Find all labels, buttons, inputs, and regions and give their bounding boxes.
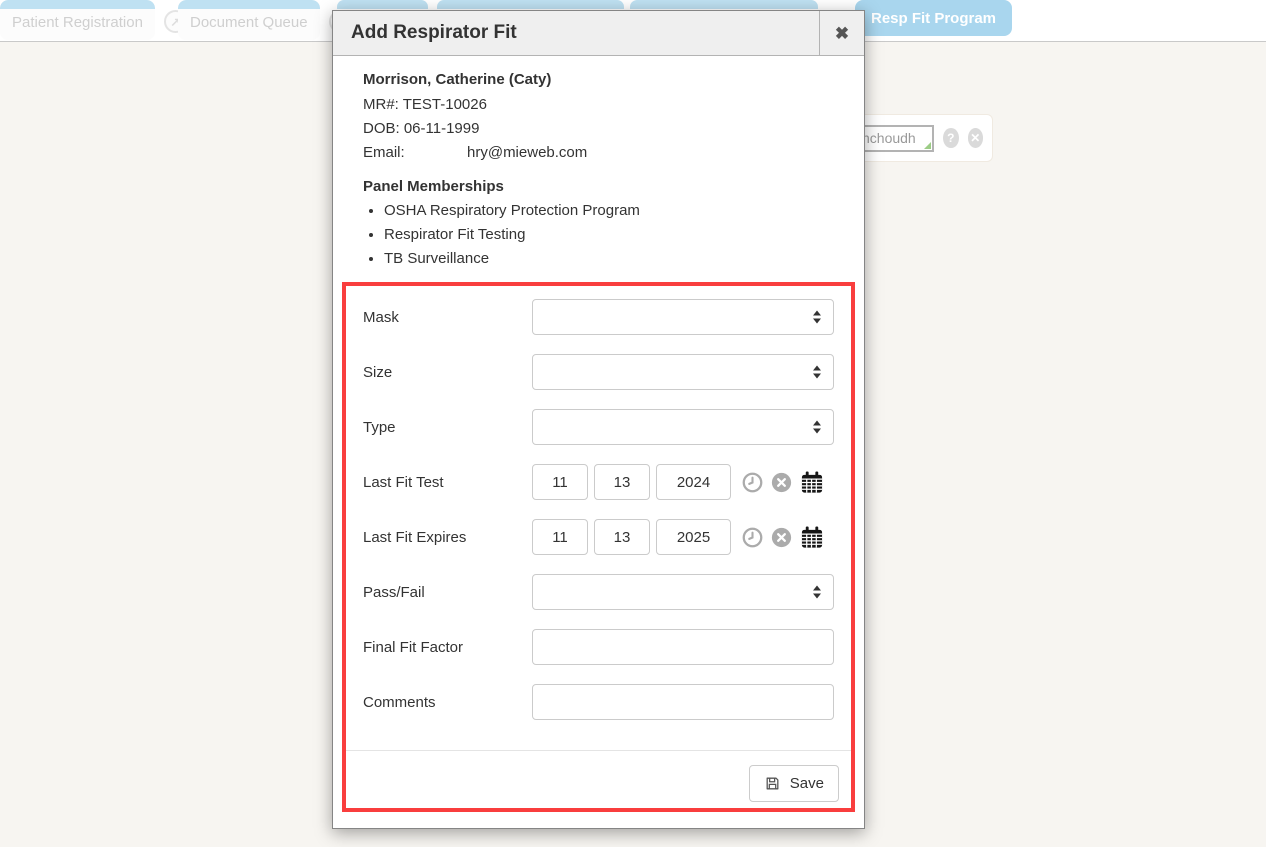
tab-patient-registration-label[interactable]: Patient Registration (0, 0, 155, 40)
close-icon[interactable]: ✖ (819, 11, 864, 56)
modal-title: Add Respirator Fit (333, 11, 819, 55)
last-fit-expires-label: Last Fit Expires (363, 529, 532, 546)
panel-membership-item: Respirator Fit Testing (384, 223, 834, 247)
clear-date-icon[interactable] (771, 472, 792, 493)
form-row-last-fit-test: Last Fit Test (346, 464, 851, 500)
final-fit-factor-input[interactable] (532, 629, 834, 665)
patient-info: Morrison, Catherine (Caty) MR#: TEST-100… (333, 56, 864, 165)
calendar-icon[interactable] (800, 526, 824, 549)
form-row-final-fit-factor: Final Fit Factor (346, 629, 851, 665)
save-button[interactable]: Save (749, 765, 839, 802)
mask-select[interactable] (532, 299, 834, 335)
chevron-updown-icon (813, 586, 821, 599)
mask-label: Mask (363, 309, 532, 326)
form-highlight-box: Mask Size Type Last Fit Test (342, 282, 855, 812)
form-row-mask: Mask (346, 299, 851, 335)
panel-membership-item: OSHA Respiratory Protection Program (384, 199, 834, 223)
calendar-icon[interactable] (800, 471, 824, 494)
modal-footer: Save (346, 750, 851, 808)
background-tab-cap[interactable] (337, 0, 428, 9)
last-fit-test-month-input[interactable] (532, 464, 588, 500)
last-fit-expires-month-input[interactable] (532, 519, 588, 555)
chevron-updown-icon (813, 421, 821, 434)
tab-patient-registration[interactable]: Patient Registration ↗ (0, 0, 187, 40)
background-tab-cap[interactable] (630, 0, 818, 9)
background-tab-cap[interactable] (437, 0, 624, 9)
size-select[interactable] (532, 354, 834, 390)
type-label: Type (363, 419, 532, 436)
patient-dob: DOB: 06-11-1999 (363, 117, 834, 141)
panel-memberships-list: OSHA Respiratory Protection Program Resp… (363, 199, 834, 271)
type-select[interactable] (532, 409, 834, 445)
close-widget-icon[interactable]: ✕ (968, 128, 984, 148)
pass-fail-select[interactable] (532, 574, 834, 610)
add-respirator-fit-modal: Add Respirator Fit ✖ Morrison, Catherine… (332, 10, 865, 829)
last-fit-expires-day-input[interactable] (594, 519, 650, 555)
last-fit-test-day-input[interactable] (594, 464, 650, 500)
panel-memberships: Panel Memberships OSHA Respiratory Prote… (333, 165, 864, 271)
last-fit-test-label: Last Fit Test (363, 474, 532, 491)
pass-fail-label: Pass/Fail (363, 584, 532, 601)
form-row-pass-fail: Pass/Fail (346, 574, 851, 610)
patient-email-row: Email:hry@mieweb.com (363, 141, 834, 165)
patient-mr: MR#: TEST-10026 (363, 93, 834, 117)
form-row-type: Type (346, 409, 851, 445)
comments-label: Comments (363, 694, 532, 711)
time-picker-icon[interactable] (742, 527, 763, 548)
user-search-widget: ? ✕ (846, 114, 993, 162)
last-fit-test-date-icons (742, 471, 824, 494)
form-row-size: Size (346, 354, 851, 390)
patient-name: Morrison, Catherine (Caty) (363, 71, 834, 88)
resize-handle-icon[interactable] (924, 142, 931, 149)
tab-document-queue-label[interactable]: Document Queue (178, 0, 320, 40)
last-fit-test-year-input[interactable] (656, 464, 731, 500)
clear-date-icon[interactable] (771, 527, 792, 548)
tab-resp-fit-program[interactable]: Resp Fit Program (855, 0, 1012, 36)
form-row-last-fit-expires: Last Fit Expires (346, 519, 851, 555)
size-label: Size (363, 364, 532, 381)
panel-membership-item: TB Surveillance (384, 247, 834, 271)
patient-email-value: hry@mieweb.com (467, 144, 587, 161)
tab-document-queue[interactable]: Document Queue ↗ (178, 0, 352, 40)
comments-input[interactable] (532, 684, 834, 720)
help-icon[interactable]: ? (943, 128, 959, 148)
user-search-input[interactable] (856, 125, 934, 152)
search-input-wrap (856, 125, 934, 152)
chevron-updown-icon (813, 366, 821, 379)
last-fit-expires-date-icons (742, 526, 824, 549)
chevron-updown-icon (813, 311, 821, 324)
panel-memberships-heading: Panel Memberships (363, 178, 834, 195)
final-fit-factor-label: Final Fit Factor (363, 639, 532, 656)
save-button-label: Save (790, 775, 824, 792)
form-row-comments: Comments (346, 684, 851, 720)
time-picker-icon[interactable] (742, 472, 763, 493)
last-fit-expires-year-input[interactable] (656, 519, 731, 555)
patient-email-label: Email: (363, 141, 467, 165)
save-icon (764, 775, 781, 792)
modal-header: Add Respirator Fit ✖ (333, 11, 864, 56)
